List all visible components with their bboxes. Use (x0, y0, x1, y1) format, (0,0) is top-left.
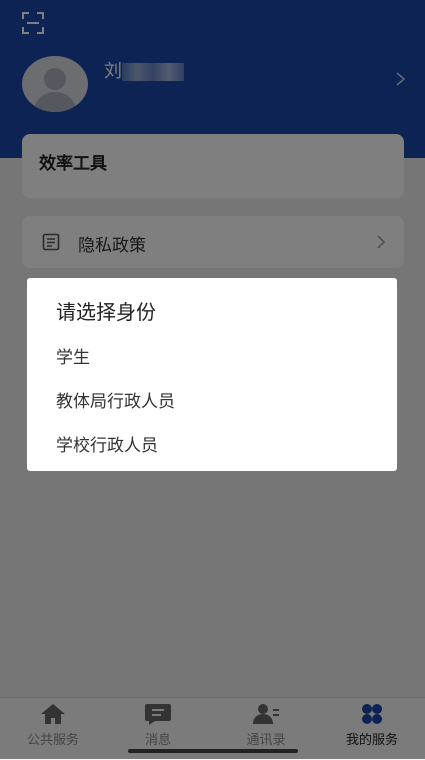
select-identity-dialog: 请选择身份 学生 教体局行政人员 学校行政人员 (27, 278, 397, 471)
dialog-title: 请选择身份 (56, 300, 156, 324)
option-education-bureau-admin[interactable]: 教体局行政人员 (56, 387, 175, 412)
option-school-admin[interactable]: 学校行政人员 (56, 431, 158, 456)
option-student[interactable]: 学生 (56, 343, 90, 368)
home-indicator (128, 749, 298, 753)
